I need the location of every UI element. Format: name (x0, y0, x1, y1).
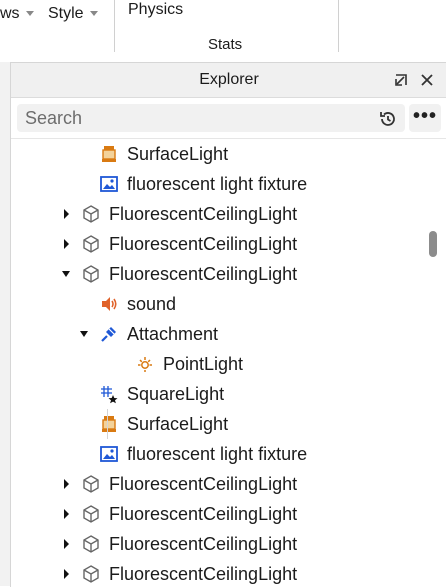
ribbon-style-label: Style (48, 5, 84, 22)
more-options-button[interactable]: ••• (409, 104, 441, 132)
tree-row[interactable]: SurfaceLight (11, 139, 431, 169)
tree-row-label: fluorescent light fixture (127, 174, 308, 194)
model-icon (81, 264, 101, 284)
tree-row[interactable]: FluorescentCeilingLight (11, 529, 431, 559)
image-icon (99, 174, 119, 194)
explorer-titlebar: Explorer (11, 63, 446, 98)
tree-row[interactable]: FluorescentCeilingLight (11, 499, 431, 529)
tree-row-label: SurfaceLight (127, 144, 229, 164)
sound-icon (99, 294, 119, 314)
surface-light-icon (99, 144, 119, 164)
tree-row[interactable]: fluorescent light fixture (11, 169, 431, 199)
close-icon[interactable] (417, 70, 437, 90)
expand-arrow-right-icon[interactable] (61, 499, 71, 529)
model-icon (81, 534, 101, 554)
expand-arrow-right-icon[interactable] (61, 469, 71, 499)
tree-row-label: PointLight (163, 354, 244, 374)
expand-arrow-down-icon[interactable] (79, 319, 89, 349)
model-icon (81, 564, 101, 584)
tree-row-label: FluorescentCeilingLight (109, 504, 298, 524)
expand-arrow-right-icon[interactable] (61, 529, 71, 559)
tree-row[interactable]: SquareLight (11, 379, 431, 409)
tree-row-label: SquareLight (127, 384, 225, 404)
tree-row-label: FluorescentCeilingLight (109, 234, 298, 254)
image-icon (99, 444, 119, 464)
expand-arrow-right-icon[interactable] (61, 559, 71, 587)
expand-arrow-down-icon[interactable] (61, 259, 71, 289)
point-light-icon (135, 354, 155, 374)
surface-light-icon (99, 414, 119, 434)
history-icon[interactable] (377, 108, 399, 130)
tree-row[interactable]: FluorescentCeilingLight (11, 259, 431, 289)
ribbon-divider (338, 0, 339, 52)
tree-row-label: Attachment (127, 324, 219, 344)
tree-guide-line (107, 409, 108, 439)
search-placeholder: Search (25, 108, 83, 128)
tree-row-label: FluorescentCeilingLight (109, 474, 298, 494)
tree-row-label: FluorescentCeilingLight (109, 534, 298, 554)
model-icon (81, 504, 101, 524)
more-dots-icon: ••• (412, 105, 437, 127)
tree-row[interactable]: PointLight (11, 349, 431, 379)
attachment-icon (99, 324, 119, 344)
ribbon-group-label: Stats (208, 36, 243, 53)
tree-row[interactable]: FluorescentCeilingLight (11, 229, 431, 259)
ribbon-divider (114, 0, 115, 52)
square-light-icon (99, 384, 119, 404)
tree-row-label: fluorescent light fixture (127, 444, 308, 464)
chevron-down-icon (89, 11, 98, 17)
ribbon-physics-button[interactable]: Physics (128, 0, 183, 24)
tree-row[interactable]: Attachment (11, 319, 431, 349)
model-icon (81, 234, 101, 254)
tree-row-label: FluorescentCeilingLight (109, 564, 298, 584)
expand-arrow-right-icon[interactable] (61, 199, 71, 229)
expand-arrow-right-icon[interactable] (61, 229, 71, 259)
ribbon-bar: ws Style Physics Stats (0, 0, 446, 60)
tree-row[interactable]: SurfaceLight (11, 409, 431, 439)
explorer-panel: Explorer Search ••• SurfaceLight fluoresc… (10, 62, 446, 587)
tree-row[interactable]: FluorescentCeilingLight (11, 559, 431, 587)
explorer-search-row: Search ••• (11, 98, 446, 139)
model-icon (81, 474, 101, 494)
tree-row[interactable]: FluorescentCeilingLight (11, 469, 431, 499)
model-icon (81, 204, 101, 224)
tree-row-label: SurfaceLight (127, 414, 229, 434)
tree-row[interactable]: sound (11, 289, 431, 319)
dock-gutter (0, 62, 10, 586)
search-input[interactable]: Search (17, 104, 405, 132)
tree-row[interactable]: FluorescentCeilingLight (11, 199, 431, 229)
ribbon-windows-label: ws (0, 5, 20, 22)
ribbon-windows-menu[interactable]: ws (0, 0, 34, 28)
tree-row[interactable]: fluorescent light fixture (11, 439, 431, 469)
undock-icon[interactable] (391, 70, 411, 90)
ribbon-style-menu[interactable]: Style (48, 0, 98, 28)
scrollbar-thumb[interactable] (429, 231, 437, 257)
tree-row-label: sound (127, 294, 177, 314)
ribbon-physics-label: Physics (128, 1, 184, 18)
tree-row-label: FluorescentCeilingLight (109, 204, 298, 224)
chevron-down-icon (25, 11, 34, 17)
tree-row-label: FluorescentCeilingLight (109, 264, 298, 284)
explorer-title: Explorer (199, 71, 259, 88)
explorer-tree: SurfaceLight fluorescent light fixture Flu… (11, 139, 446, 587)
